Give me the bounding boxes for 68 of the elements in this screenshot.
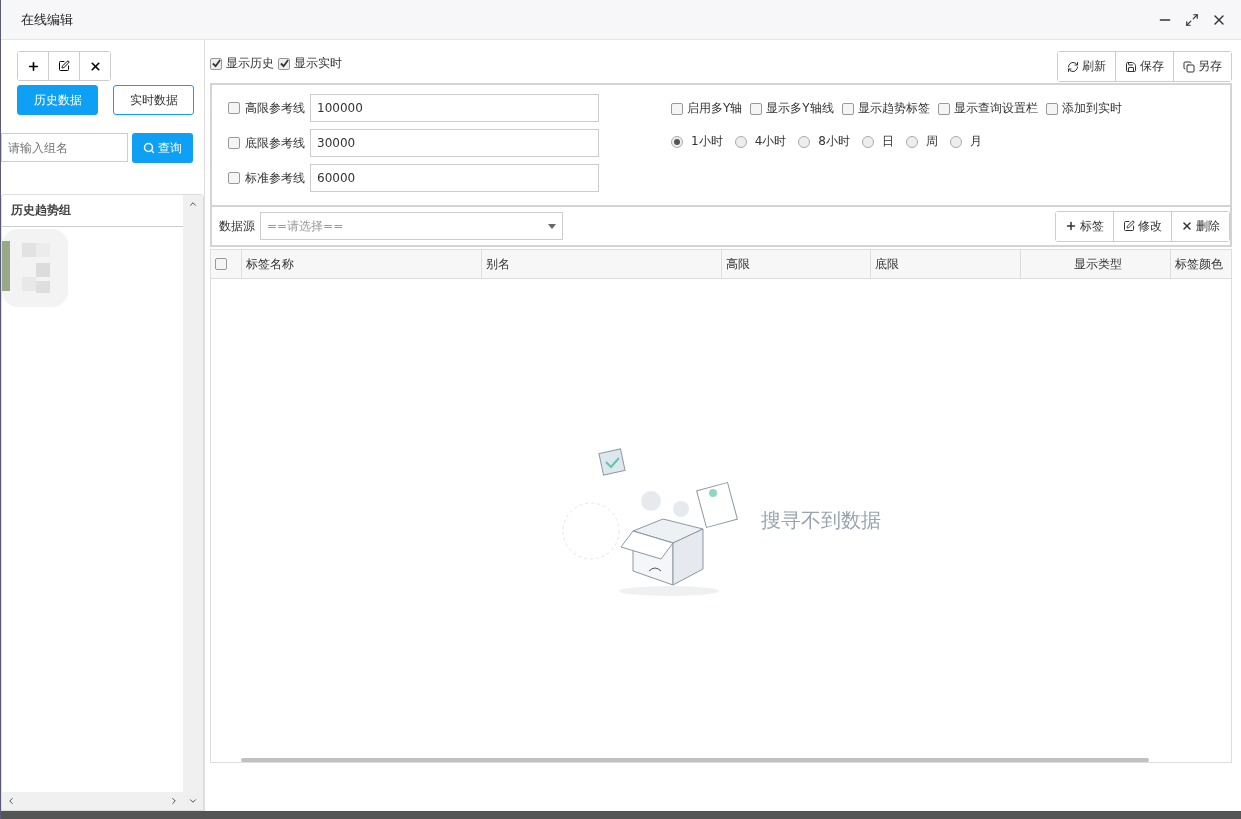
plus-icon — [1065, 220, 1077, 232]
plus-icon — [26, 59, 40, 73]
refresh-icon — [1067, 60, 1079, 73]
scroll-right-icon[interactable] — [169, 796, 179, 806]
checkbox[interactable] — [841, 102, 854, 115]
checkbox-label: 添加到实时 — [1061, 100, 1122, 117]
checkbox-label: 显示多Y轴线 — [766, 100, 834, 117]
radio-label: 8小时 — [818, 133, 850, 150]
radio-button[interactable] — [671, 135, 683, 148]
radio-label: 周 — [925, 133, 938, 150]
checkbox[interactable] — [671, 102, 683, 115]
checkbox-label: 启用多Y轴 — [687, 100, 743, 117]
checkbox[interactable] — [228, 137, 240, 149]
checkbox[interactable] — [215, 258, 227, 270]
mode-tab[interactable]: 实时数据 — [113, 85, 194, 115]
radio-button[interactable] — [798, 135, 811, 148]
toolbar-button[interactable]: 另存 — [1173, 52, 1231, 81]
column-header: 显示类型 — [1020, 250, 1171, 278]
toolbar-button[interactable]: 删除 — [1171, 211, 1229, 241]
radio-button[interactable] — [861, 135, 874, 148]
column-header: 标签颜色 — [1170, 250, 1231, 278]
field-label: 高限参考线 — [245, 99, 305, 117]
column-header: 高限 — [720, 250, 871, 278]
scroll-down-icon[interactable] — [188, 796, 198, 806]
field-label: 底限参考线 — [245, 134, 305, 152]
window-title: 在线编辑 — [21, 10, 73, 29]
checkbox[interactable] — [1045, 102, 1058, 115]
input-field[interactable]: 60000 — [310, 164, 599, 192]
checkbox-label: 显示实时 — [294, 55, 342, 72]
field-label: 数据源 — [219, 217, 255, 235]
checkbox-label: 显示查询设置栏 — [953, 100, 1038, 117]
checkbox[interactable] — [750, 102, 763, 115]
checkbox[interactable] — [228, 172, 240, 184]
input-field[interactable]: 30000 — [310, 129, 599, 157]
checkbox-label: 显示历史 — [226, 55, 274, 72]
input-field[interactable]: 100000 — [310, 94, 599, 122]
radio-label: 月 — [969, 133, 982, 150]
copy-icon — [1183, 60, 1195, 73]
checkbox[interactable] — [937, 102, 950, 115]
radio-label: 1小时 — [691, 133, 723, 150]
vertical-scrollbar[interactable] — [183, 195, 203, 810]
search-field[interactable]: 请输入组名 — [1, 133, 128, 162]
checkbox[interactable] — [210, 57, 222, 70]
column-header: 底限 — [870, 250, 1021, 278]
close-icon — [1181, 220, 1193, 232]
checkbox[interactable] — [278, 57, 290, 70]
scroll-left-icon[interactable] — [6, 796, 16, 806]
horizontal-scrollbar[interactable] — [241, 758, 1149, 762]
column-header: 别名 — [480, 250, 721, 278]
save-icon — [1125, 60, 1137, 73]
column-header: 标签名称 — [240, 250, 481, 278]
radio-label: 4小时 — [754, 133, 787, 150]
horizontal-scrollbar[interactable] — [2, 792, 183, 810]
empty-message: 搜寻不到数据 — [761, 507, 881, 534]
maximize-icon[interactable] — [1185, 12, 1199, 27]
checkbox[interactable] — [228, 102, 240, 114]
edit-icon — [1123, 220, 1135, 232]
edit-icon — [58, 60, 70, 72]
search-icon — [143, 142, 155, 154]
radio-button[interactable] — [905, 135, 918, 148]
caret-icon — [548, 223, 556, 229]
radio-button[interactable] — [734, 135, 747, 148]
checkbox-label: 显示趋势标签 — [857, 100, 930, 117]
field-label: 标准参考线 — [245, 169, 305, 187]
scroll-up-icon[interactable] — [188, 199, 198, 209]
close-icon — [88, 59, 102, 73]
radio-label: 日 — [881, 133, 894, 150]
radio-button[interactable] — [949, 135, 962, 148]
